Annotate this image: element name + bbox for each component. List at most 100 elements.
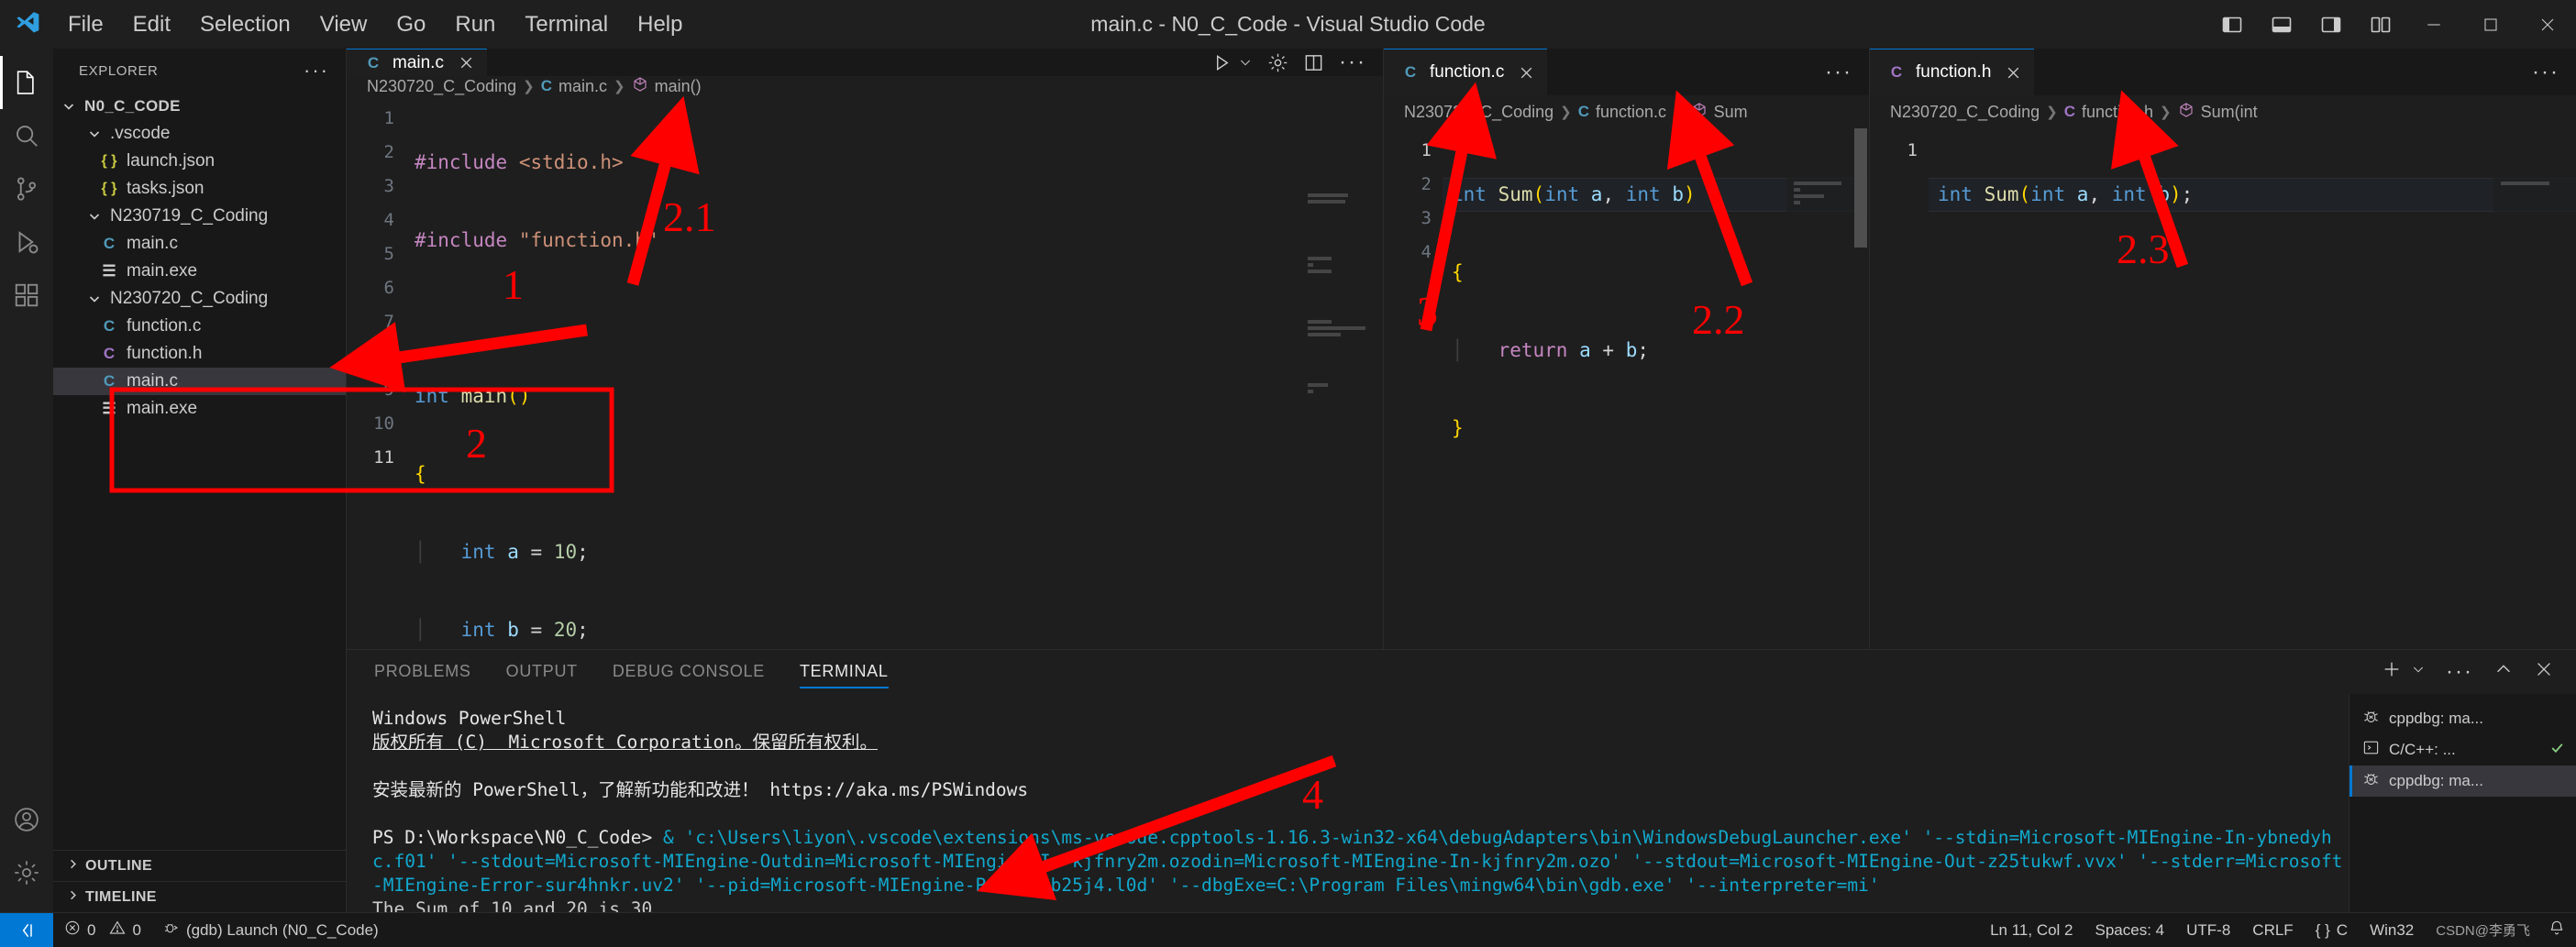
more-actions-icon[interactable]: ··· [2446, 660, 2473, 682]
terminal-tabs-list[interactable]: cppdbg: ma... C/C++: ... cppdbg: ma... [2349, 693, 2576, 912]
more-actions-icon[interactable]: ··· [1825, 61, 1852, 83]
activity-bar[interactable] [0, 49, 53, 912]
close-icon[interactable] [459, 55, 474, 71]
chevron-down-icon[interactable] [1238, 55, 1253, 70]
menu-go[interactable]: Go [381, 6, 440, 43]
source-control-icon[interactable] [0, 162, 53, 215]
gear-icon[interactable] [1267, 52, 1288, 73]
menu-help[interactable]: Help [623, 6, 697, 43]
terminal-tab-cppdbg-1[interactable]: cppdbg: ma... [2349, 703, 2576, 734]
window-maximize-button[interactable] [2462, 0, 2519, 49]
close-icon[interactable] [2006, 65, 2021, 81]
status-encoding[interactable]: UTF-8 [2175, 913, 2241, 947]
menu-bar[interactable]: File Edit Selection View Go Run Terminal… [53, 6, 697, 43]
remote-window-icon[interactable] [0, 912, 53, 947]
tree-row-n230720-main-exe[interactable]: ☰ main.exe [53, 395, 346, 423]
tree-row-launch-json[interactable]: { } launch.json [53, 148, 346, 175]
status-notifications[interactable] [2537, 913, 2576, 947]
close-icon[interactable] [1519, 65, 1534, 81]
tree-row-n230720-main-c[interactable]: C main.c [53, 368, 346, 395]
terminal-tab-cpp-task[interactable]: C/C++: ... [2349, 734, 2576, 765]
breadcrumb-file[interactable]: C main.c [541, 77, 607, 96]
window-close-button[interactable] [2519, 0, 2576, 49]
editor-actions-function-h[interactable]: ··· [2532, 49, 2576, 95]
code-content-function-c[interactable]: int Sum(int a, int b) { │ return a + b; … [1443, 128, 1869, 649]
tree-row-n230719[interactable]: N230719_C_Coding [53, 203, 346, 230]
more-actions-icon[interactable]: ··· [1339, 51, 1366, 73]
panel-tab-output[interactable]: OUTPUT [506, 655, 578, 688]
menu-edit[interactable]: Edit [118, 6, 185, 43]
breadcrumb-folder[interactable]: N230720_C_Coding [1890, 103, 2040, 122]
manage-gear-icon[interactable] [0, 846, 53, 899]
breadcrumb-file[interactable]: C function.c [1578, 103, 1666, 122]
code-editor-main-c[interactable]: 1 2 3 4 5 6 7 8 9 10 11 #include <stdio.… [347, 95, 1383, 650]
menu-selection[interactable]: Selection [185, 6, 305, 43]
status-cursor-position[interactable]: Ln 11, Col 2 [1979, 913, 2084, 947]
chevron-up-icon[interactable] [2493, 659, 2514, 684]
sidebar-section-timeline[interactable]: TIMELINE [53, 881, 346, 912]
search-icon[interactable] [0, 109, 53, 162]
breadcrumb-symbol[interactable]: Sum(int [2178, 102, 2258, 123]
breadcrumb-symbol[interactable]: main() [632, 76, 702, 95]
chevron-down-icon[interactable] [84, 127, 105, 141]
run-play-icon[interactable] [1211, 52, 1233, 73]
code-content-main-c[interactable]: #include <stdio.h> #include "function.h"… [405, 95, 1383, 650]
tab-function-c[interactable]: C function.c [1384, 49, 1548, 95]
tree-row-n230720[interactable]: N230720_C_Coding [53, 285, 346, 313]
chevron-down-icon[interactable] [84, 292, 105, 306]
status-problems[interactable]: 0 0 [53, 913, 152, 947]
tree-row-tasks-json[interactable]: { } tasks.json [53, 175, 346, 203]
editor-actions-main-c[interactable]: ··· [1211, 49, 1383, 76]
tab-main-c[interactable]: C main.c [347, 49, 487, 77]
chevron-down-icon[interactable] [2411, 662, 2426, 681]
accounts-icon[interactable] [0, 793, 53, 846]
customize-layout-icon[interactable] [2356, 0, 2405, 49]
tree-row-n230719-main-exe[interactable]: ☰ main.exe [53, 258, 346, 285]
tree-row-function-c[interactable]: C function.c [53, 313, 346, 340]
editor-scrollbar-function-c[interactable] [1852, 128, 1869, 649]
toggle-secondary-sidebar-icon[interactable] [2306, 0, 2356, 49]
add-terminal-icon[interactable] [2382, 659, 2402, 684]
menu-file[interactable]: File [53, 6, 118, 43]
breadcrumb-folder[interactable]: N230720_C_Coding [367, 77, 516, 96]
menu-view[interactable]: View [305, 6, 382, 43]
panel-tabs[interactable]: PROBLEMS OUTPUT DEBUG CONSOLE TERMINAL ·… [347, 650, 2576, 694]
editor-actions-function-c[interactable]: ··· [1825, 49, 1869, 95]
tree-row-vscode[interactable]: .vscode [53, 120, 346, 148]
panel-tab-debug-console[interactable]: DEBUG CONSOLE [613, 655, 765, 688]
extensions-icon[interactable] [0, 269, 53, 322]
close-icon[interactable] [2534, 659, 2554, 684]
panel-tab-problems[interactable]: PROBLEMS [374, 655, 471, 688]
chevron-down-icon[interactable] [59, 99, 79, 114]
run-debug-icon[interactable] [0, 215, 53, 269]
toggle-primary-sidebar-icon[interactable] [2207, 0, 2257, 49]
split-editor-icon[interactable] [1303, 52, 1324, 73]
status-platform[interactable]: Win32 [2359, 913, 2425, 947]
breadcrumb-folder[interactable]: N230720_C_Coding [1404, 103, 1553, 122]
status-language-mode[interactable]: { } C [2305, 913, 2359, 947]
tree-row-n230719-main-c[interactable]: C main.c [53, 230, 346, 258]
minimap-main-c[interactable] [1300, 95, 1383, 650]
file-tree[interactable]: N0_C_CODE .vscode { } launch.json { } ta… [53, 93, 346, 850]
more-actions-icon[interactable]: ··· [2532, 61, 2559, 83]
code-editor-function-c[interactable]: 1 2 3 4 int Sum(int a, int b) { │ return… [1384, 128, 1869, 649]
minimap-function-h[interactable] [2493, 128, 2576, 649]
explorer-more-actions-icon[interactable]: ··· [304, 61, 329, 81]
breadcrumb-function-h[interactable]: N230720_C_Coding ❯ C function.h ❯ Sum(in… [1870, 95, 2576, 128]
breadcrumb-main-c[interactable]: N230720_C_Coding ❯ C main.c ❯ main() [347, 76, 1383, 95]
menu-run[interactable]: Run [440, 6, 510, 43]
tree-row-function-h[interactable]: C function.h [53, 340, 346, 368]
chevron-down-icon[interactable] [84, 209, 105, 224]
sidebar-section-outline[interactable]: OUTLINE [53, 850, 346, 881]
toggle-panel-icon[interactable] [2257, 0, 2306, 49]
breadcrumb-file[interactable]: C function.h [2064, 103, 2153, 122]
breadcrumb-symbol[interactable]: Sum [1691, 102, 1748, 123]
status-debug-config[interactable]: (gdb) Launch (N0_C_Code) [152, 913, 390, 947]
menu-terminal[interactable]: Terminal [510, 6, 623, 43]
status-indentation[interactable]: Spaces: 4 [2084, 913, 2176, 947]
panel-tab-terminal[interactable]: TERMINAL [799, 655, 889, 689]
status-eol[interactable]: CRLF [2241, 913, 2304, 947]
breadcrumb-function-c[interactable]: N230720_C_Coding ❯ C function.c ❯ Sum [1384, 95, 1869, 128]
explorer-icon[interactable] [0, 56, 53, 109]
code-content-function-h[interactable]: int Sum(int a, int b); [1929, 128, 2576, 649]
